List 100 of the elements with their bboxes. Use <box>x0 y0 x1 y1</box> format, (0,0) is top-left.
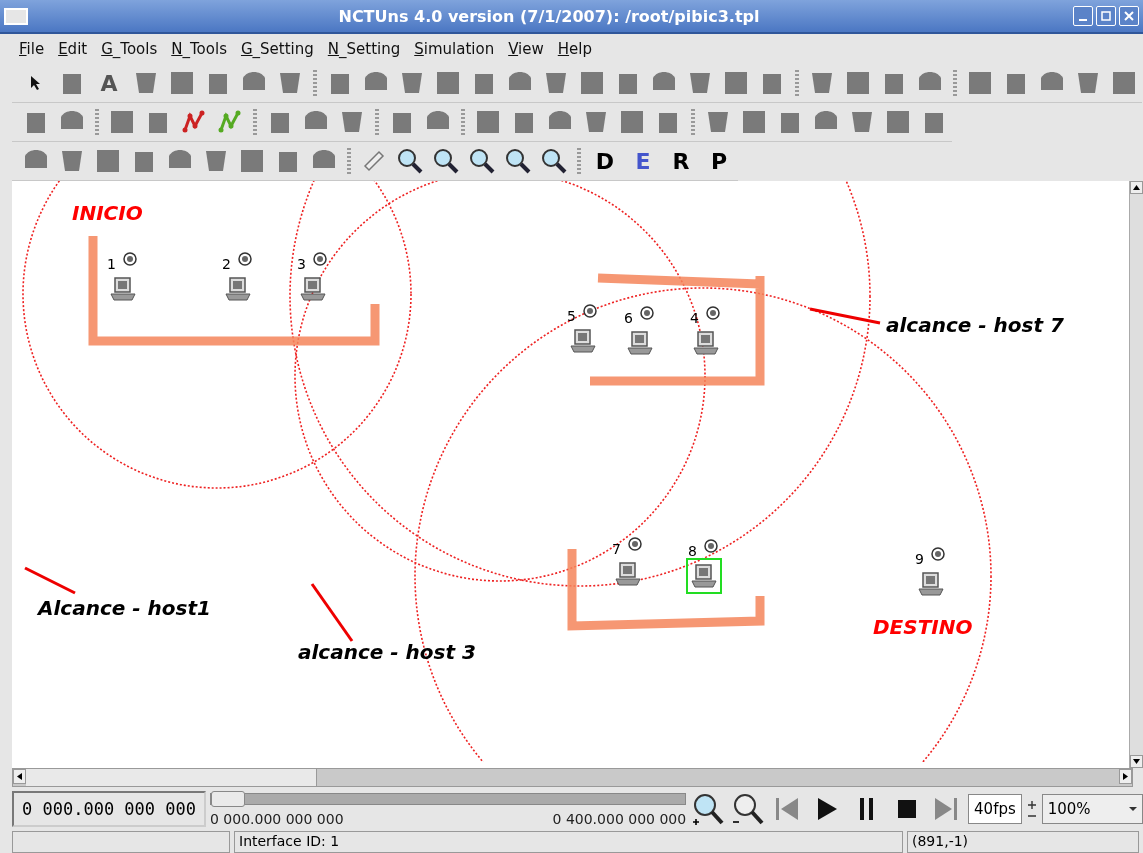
shape-icon <box>399 70 425 96</box>
menu-item[interactable]: File <box>12 40 52 58</box>
annotation-text: alcance - host 3 <box>298 640 476 664</box>
maximize-button[interactable] <box>1096 6 1116 26</box>
start-time: 0 000.000 000 000 <box>210 811 344 827</box>
shape-icon <box>741 109 767 135</box>
shape-icon <box>687 70 713 96</box>
shape-icon <box>203 148 229 174</box>
minimize-button[interactable] <box>1073 6 1093 26</box>
annotation-text: INICIO <box>72 201 143 225</box>
zoom-dropdown[interactable]: 100% <box>1041 794 1143 824</box>
shape-icon <box>59 148 85 174</box>
menu-item[interactable]: N_Tools <box>164 40 234 58</box>
fps-field[interactable]: 40fps <box>968 794 1022 824</box>
close-icon <box>1124 11 1134 21</box>
shape-icon <box>239 148 265 174</box>
menu-item[interactable]: Edit <box>51 40 95 58</box>
magnifier-icon <box>541 148 567 174</box>
node-label: 9 <box>915 551 924 567</box>
pointer-icon <box>30 75 42 91</box>
shape-icon <box>849 109 875 135</box>
cursor-coordinates: (891,-1) <box>907 831 1139 853</box>
ruler-icon <box>362 149 386 173</box>
node-label: 8 <box>688 543 697 559</box>
leader-line <box>809 307 881 325</box>
shape-icon <box>95 148 121 174</box>
shape-icon <box>339 109 365 135</box>
menu-item[interactable]: G_Tools <box>94 40 165 58</box>
down-arrow-icon[interactable] <box>1133 759 1140 764</box>
toolbar-button[interactable]: D <box>586 144 624 178</box>
zoom-in-button[interactable] <box>690 791 726 827</box>
shape-icon <box>277 70 303 96</box>
horizontal-scrollbar[interactable] <box>12 768 1133 787</box>
toolbar-button[interactable]: R <box>662 144 700 178</box>
zoom-out-icon <box>730 792 765 826</box>
shape-icon <box>133 70 159 96</box>
target-icon <box>583 304 597 318</box>
menu-item[interactable]: N_Setting <box>320 40 408 58</box>
slider-thumb[interactable] <box>211 791 245 807</box>
target-icon <box>706 306 720 320</box>
target-icon <box>313 252 327 266</box>
target-icon <box>238 252 252 266</box>
right-arrow-icon[interactable] <box>1123 773 1128 780</box>
annotation-text: DESTINO <box>873 615 973 639</box>
skip-back-icon <box>774 796 801 822</box>
left-arrow-icon[interactable] <box>17 773 22 780</box>
node-label: 1 <box>107 256 116 272</box>
shape-icon <box>967 70 993 96</box>
node-label: 2 <box>222 256 231 272</box>
laptop-icon <box>614 560 642 588</box>
magnifier-icon <box>433 148 459 174</box>
leader-line <box>24 566 76 595</box>
menu-item[interactable]: Simulation <box>407 40 502 58</box>
toolbar-button[interactable]: E <box>624 144 662 178</box>
shape-icon <box>809 70 835 96</box>
shape-icon <box>583 109 609 135</box>
menu-item[interactable]: View <box>501 40 551 58</box>
stop-icon <box>896 799 917 819</box>
caret-icon <box>1128 807 1137 811</box>
timeline-slider[interactable] <box>210 793 687 805</box>
shape-icon <box>885 109 911 135</box>
menu-item[interactable]: G_Setting <box>233 40 321 58</box>
node-label: 5 <box>567 308 576 324</box>
shape-icon <box>845 70 871 96</box>
annotation-text: Alcance - host1 <box>38 596 211 620</box>
node-label: 4 <box>690 310 699 326</box>
shape-icon <box>1111 70 1137 96</box>
status-message: Interface ID: 1 <box>234 831 903 853</box>
laptop-icon <box>569 327 597 355</box>
minimize-icon <box>1079 19 1087 21</box>
target-icon <box>640 306 654 320</box>
window-title: NCTUns 4.0 version (7/1/2007): /root/pibic3.tpl <box>337 6 761 26</box>
laptop-icon <box>299 275 327 303</box>
toolbar-button[interactable]: P <box>700 144 738 178</box>
leader-line <box>310 583 354 642</box>
laptop-icon <box>224 275 252 303</box>
graph-icon <box>218 110 242 134</box>
laptop-icon <box>626 329 654 357</box>
shape-icon <box>619 109 645 135</box>
toolbar-button[interactable]: A <box>90 66 128 100</box>
graph-icon <box>182 110 206 134</box>
target-icon <box>123 252 137 266</box>
menu-item[interactable]: Help <box>550 40 599 58</box>
maximize-icon <box>1101 11 1111 21</box>
vertical-scrollbar[interactable] <box>1129 181 1143 768</box>
window-menu-icon[interactable] <box>4 7 28 25</box>
laptop-icon <box>109 275 137 303</box>
zoom-in-icon <box>691 792 725 826</box>
up-arrow-icon[interactable] <box>1133 185 1140 190</box>
node-label: 6 <box>624 310 633 326</box>
shape-icon <box>109 109 135 135</box>
magnifier-icon <box>469 148 495 174</box>
node-label: 3 <box>297 256 306 272</box>
node-label: 7 <box>612 541 621 557</box>
shape-icon <box>579 70 605 96</box>
target-icon <box>704 539 718 553</box>
close-button[interactable] <box>1119 6 1139 26</box>
shape-icon <box>169 70 195 96</box>
laptop-icon <box>917 570 945 598</box>
shape-icon <box>475 109 501 135</box>
